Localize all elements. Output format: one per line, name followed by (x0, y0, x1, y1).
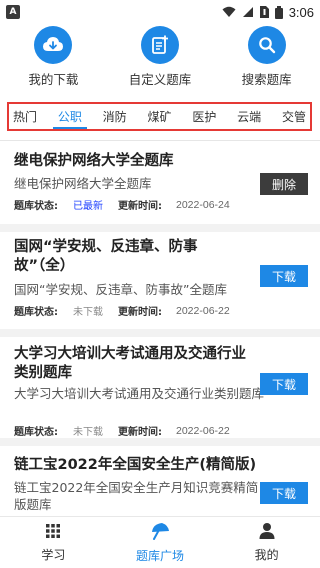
add-document-icon (140, 26, 179, 64)
battery-icon (274, 5, 283, 19)
bank-description: 继电保护网络大学全题库 (14, 176, 152, 191)
tab-hot[interactable]: 热门 (12, 104, 38, 129)
bank-description: 国网“学安规、反违章、防事故”全题库 (14, 282, 227, 297)
bank-description: 大学习大培训大考试通用及交通行业类别题库 (14, 386, 265, 401)
custom-bank-button[interactable]: 自定义题库 (107, 26, 213, 88)
tab-cloud[interactable]: 云端 (236, 104, 262, 129)
list-item[interactable]: 链工宝2022年全国安全生产(精简版) 链工宝2022年全国安全生产月知识竞赛精… (0, 446, 320, 516)
person-icon (259, 522, 275, 543)
bank-title: 继电保护网络大学全题库 (14, 153, 174, 169)
list-item[interactable]: 国网“学安规、反违章、防事故”（全） 国网“学安规、反违章、防事故”全题库 题库… (0, 232, 320, 329)
updated-date: 2022-06-22 (176, 304, 230, 317)
bank-meta: 题库状态: 未下载 更新时间: 2022-06-22 (14, 303, 230, 319)
status-value: 未下载 (73, 307, 103, 318)
nav-study[interactable]: 学习 (0, 517, 107, 568)
quick-actions: 我的下载 自定义题库 搜索题库 (0, 26, 320, 90)
status-label: 题库状态: (14, 201, 58, 212)
my-downloads-button[interactable]: 我的下载 (0, 26, 106, 88)
nav-study-label: 学习 (41, 547, 66, 562)
list-item[interactable]: 继电保护网络大学全题库 继电保护网络大学全题库 题库状态: 已最新 更新时间: … (0, 141, 320, 224)
time-label: 更新时间: (118, 427, 162, 438)
download-button[interactable]: 下载 (260, 265, 308, 287)
tab-traffic[interactable]: 交管 (281, 104, 307, 129)
time-label: 更新时间: (118, 201, 162, 212)
delete-button[interactable]: 删除 (260, 173, 308, 195)
search-bank-label: 搜索题库 (241, 72, 292, 87)
nav-bank-square-label: 题库广场 (136, 548, 185, 563)
tab-mining[interactable]: 煤矿 (146, 104, 172, 129)
search-bank-button[interactable]: 搜索题库 (214, 26, 320, 88)
tab-medical[interactable]: 医护 (191, 104, 217, 129)
status-value: 未下载 (73, 427, 103, 438)
updated-date: 2022-06-24 (176, 198, 230, 211)
bank-title: 大学习大培训大考试通用及交通行业类别题库 (14, 346, 246, 381)
question-bank-list: 继电保护网络大学全题库 继电保护网络大学全题库 题库状态: 已最新 更新时间: … (0, 141, 320, 516)
signal-icon (242, 6, 254, 18)
status-label: 题库状态: (14, 427, 58, 438)
download-button[interactable]: 下载 (260, 373, 308, 395)
wifi-icon (222, 6, 236, 18)
cloud-download-icon (34, 26, 73, 64)
bank-title: 链工宝2022年全国安全生产(精简版) (14, 457, 257, 473)
bottom-navigation: 学习 题库广场 我的 (0, 516, 320, 568)
bank-title: 国网“学安规、反违章、防事故”（全） (14, 239, 198, 274)
category-tabs: 热门 公职 消防 煤矿 医护 云端 交管 (7, 102, 312, 131)
app-notification-icon: A (6, 5, 20, 19)
bank-description: 链工宝2022年全国安全生产月知识竞赛精简版题库 (14, 480, 259, 512)
time-label: 更新时间: (118, 307, 162, 318)
download-button[interactable]: 下载 (260, 482, 308, 504)
bank-meta: 题库状态: 未下载 更新时间: 2022-06-22 (14, 423, 230, 439)
updated-date: 2022-06-22 (176, 424, 230, 437)
umbrella-icon (150, 522, 170, 544)
status-time: 3:06 (288, 4, 314, 20)
nav-mine-label: 我的 (254, 548, 279, 562)
nav-mine[interactable]: 我的 (213, 517, 320, 568)
tab-public-service[interactable]: 公职 (52, 104, 87, 129)
status-label: 题库状态: (14, 307, 58, 318)
grid-icon (45, 523, 61, 543)
tab-fire[interactable]: 消防 (102, 104, 128, 129)
my-downloads-label: 我的下载 (28, 72, 79, 87)
list-item[interactable]: 大学习大培训大考试通用及交通行业类别题库 大学习大培训大考试通用及交通行业类别题… (0, 337, 320, 438)
search-icon (247, 26, 286, 64)
sim-icon (259, 6, 269, 18)
bank-meta: 题库状态: 已最新 更新时间: 2022-06-24 (14, 197, 230, 213)
status-bar: A 3:06 (0, 0, 320, 24)
nav-bank-square[interactable]: 题库广场 (107, 517, 214, 568)
custom-bank-label: 自定义题库 (128, 72, 192, 87)
status-value: 已最新 (73, 201, 103, 212)
